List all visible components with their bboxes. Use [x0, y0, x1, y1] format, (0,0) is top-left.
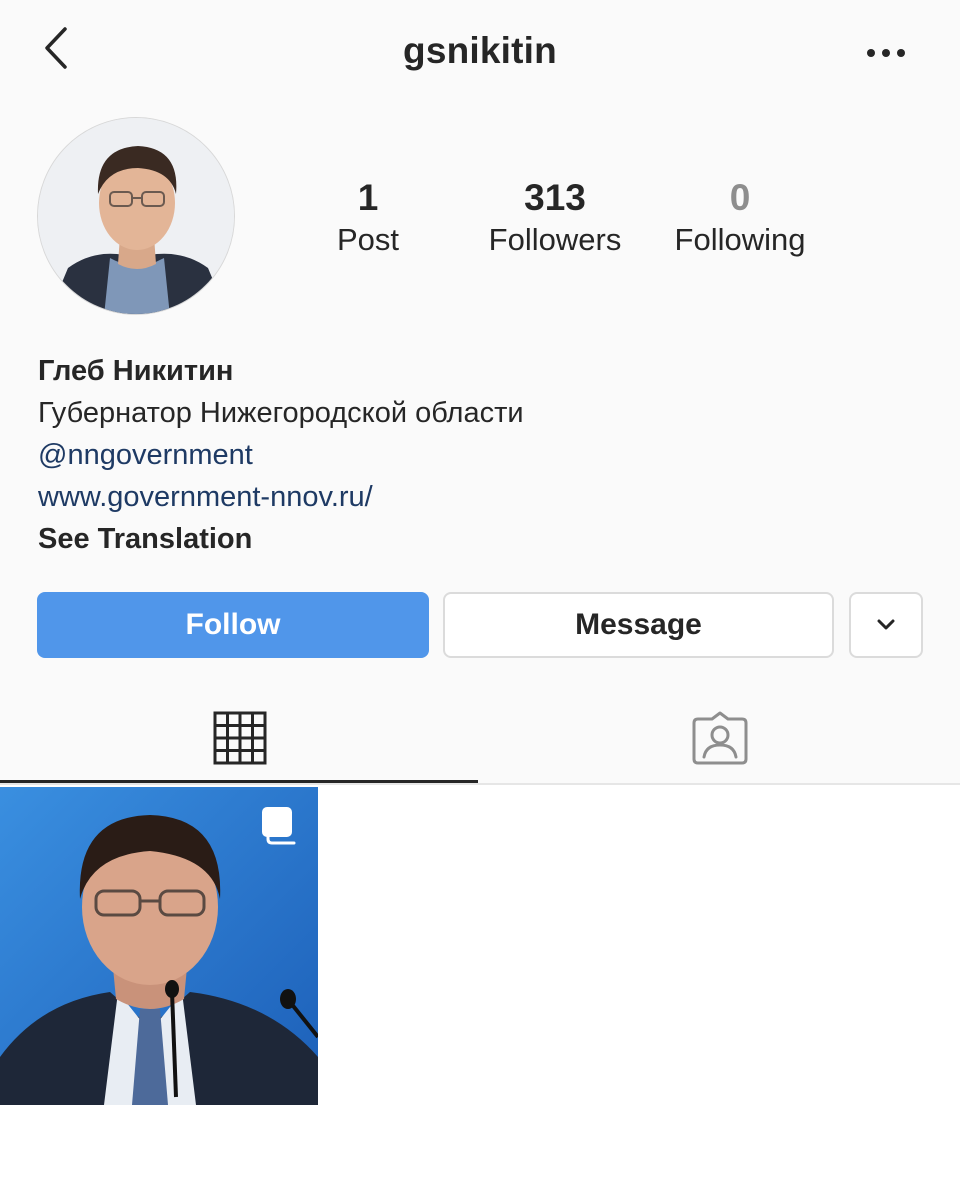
followers-count[interactable]: 313 Followers [470, 176, 640, 260]
posts-count[interactable]: 1 Post [318, 176, 418, 260]
profile-bio: Глеб Никитин Губернатор Нижегородской об… [38, 350, 918, 560]
see-translation-button[interactable]: See Translation [38, 518, 918, 560]
message-button[interactable]: Message [443, 592, 834, 658]
following-count-label: Following [674, 222, 806, 257]
follow-button[interactable]: Follow [37, 592, 429, 658]
carousel-icon [262, 807, 296, 845]
suggested-accounts-button[interactable] [849, 592, 923, 658]
profile-description: Губернатор Нижегородской области [38, 397, 524, 429]
followers-count-value: 313 [524, 177, 586, 218]
profile-full-name: Глеб Никитин [38, 355, 234, 387]
tagged-person-icon [692, 711, 748, 764]
following-count[interactable]: 0 Following [660, 176, 820, 260]
grid-icon [213, 711, 267, 764]
followers-count-label: Followers [488, 222, 622, 257]
more-horizontal-icon [867, 49, 905, 57]
chevron-down-icon [877, 619, 895, 630]
following-count-value: 0 [729, 177, 751, 218]
posts-count-value: 1 [357, 177, 379, 218]
profile-username-title: gsnikitin [403, 30, 557, 71]
tab-posts-grid[interactable] [0, 690, 480, 785]
tab-tagged[interactable] [480, 690, 960, 785]
posts-count-label: Post [336, 222, 400, 257]
profile-photo [38, 118, 234, 314]
more-options-button[interactable] [858, 30, 914, 76]
profile-website-link[interactable]: www.government-nnov.ru/ [38, 476, 918, 518]
top-nav-bar: gsnikitin [0, 0, 960, 110]
tab-divider [0, 783, 960, 785]
post-thumbnail[interactable] [0, 787, 318, 1105]
profile-avatar[interactable] [37, 117, 235, 315]
profile-mention-link[interactable]: @nngovernment [38, 434, 918, 476]
